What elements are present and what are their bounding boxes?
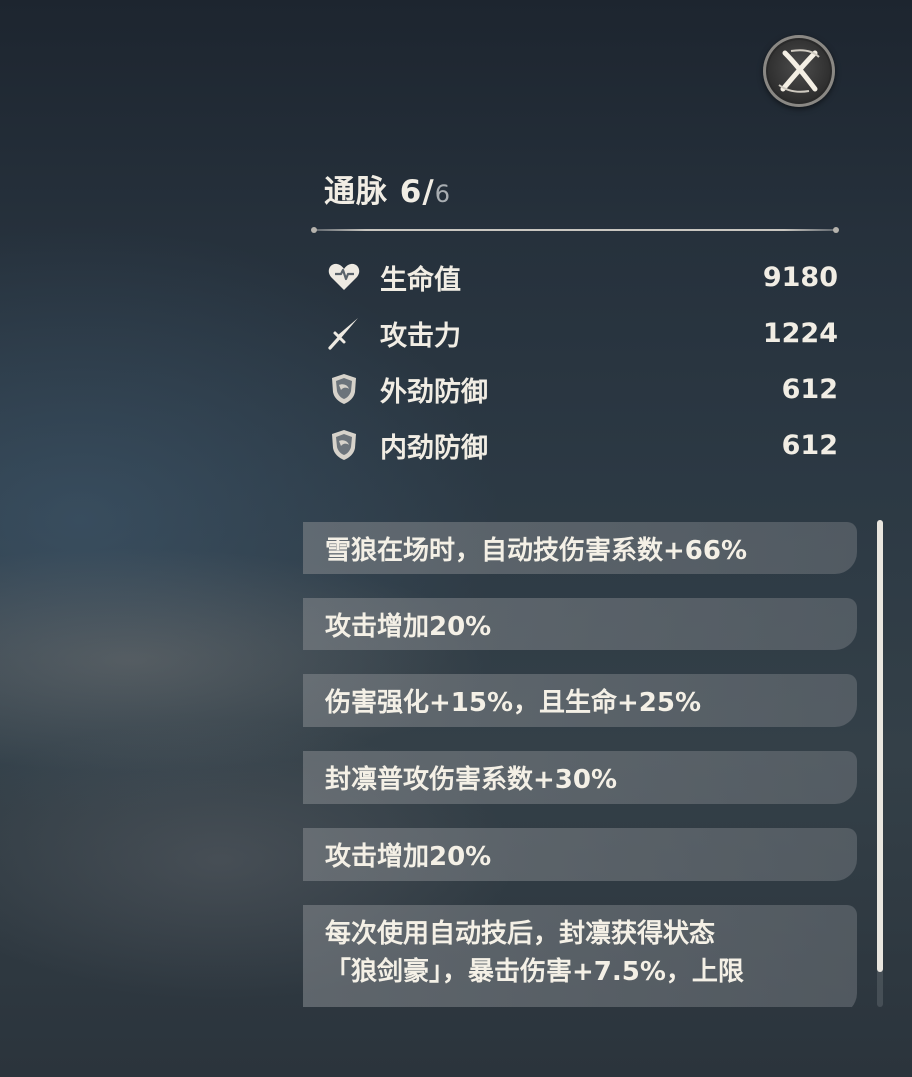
effect-text-line: 每次使用自动技后，封凛获得状态	[325, 919, 716, 949]
sword-icon	[326, 315, 362, 351]
stat-label: 内劲防御	[380, 432, 488, 464]
effect-item: 每次使用自动技后，封凛获得状态 「狼剑豪」，暴击伤害+7.5%，上限	[303, 905, 857, 1007]
scrollbar-thumb[interactable]	[877, 520, 883, 972]
stat-row-outer-defense: 外劲防御 612	[326, 367, 838, 411]
effect-text: 封凛普攻伤害系数+30%	[325, 765, 618, 795]
effect-text-line: 「狼剑豪」，暴击伤害+7.5%，上限	[325, 957, 744, 987]
effect-text: 雪狼在场时，自动技伤害系数+66%	[325, 535, 748, 566]
effect-item: 伤害强化+15%，且生命+25%	[303, 674, 857, 727]
stat-value: 612	[781, 429, 838, 461]
stat-label: 攻击力	[380, 320, 461, 352]
level-max: 6	[434, 180, 451, 208]
stat-label: 外劲防御	[380, 376, 488, 408]
effect-text: 攻击增加20%	[325, 611, 492, 642]
title-divider	[311, 227, 839, 233]
effect-text: 攻击增加20%	[325, 842, 492, 872]
effect-text: 伤害强化+15%，且生命+25%	[325, 688, 702, 718]
stat-value: 1224	[762, 317, 838, 349]
level-current: 6/	[399, 174, 435, 210]
shield-icon	[326, 371, 362, 407]
close-x-icon	[778, 49, 820, 93]
close-button[interactable]	[763, 35, 835, 107]
title-label: 通脉	[324, 174, 388, 210]
stat-row-attack: 攻击力 1224	[326, 311, 838, 355]
effect-item: 封凛普攻伤害系数+30%	[303, 751, 857, 804]
page-title: 通脉 6/6	[324, 166, 451, 211]
stat-row-inner-defense: 内劲防御 612	[326, 423, 838, 467]
shield-icon	[326, 427, 362, 463]
effects-list[interactable]: 雪狼在场时，自动技伤害系数+66% 攻击增加20% 伤害强化+15%，且生命+2…	[303, 520, 857, 1007]
heart-icon	[326, 259, 362, 295]
stat-label: 生命值	[380, 264, 461, 296]
stat-row-hp: 生命值 9180	[326, 255, 838, 299]
effect-item: 攻击增加20%	[303, 828, 857, 881]
effect-item: 攻击增加20%	[303, 598, 857, 650]
effect-item: 雪狼在场时，自动技伤害系数+66%	[303, 522, 857, 574]
effects-scrollbar[interactable]	[877, 520, 883, 1007]
stat-value: 9180	[762, 261, 838, 293]
stat-value: 612	[781, 373, 838, 405]
